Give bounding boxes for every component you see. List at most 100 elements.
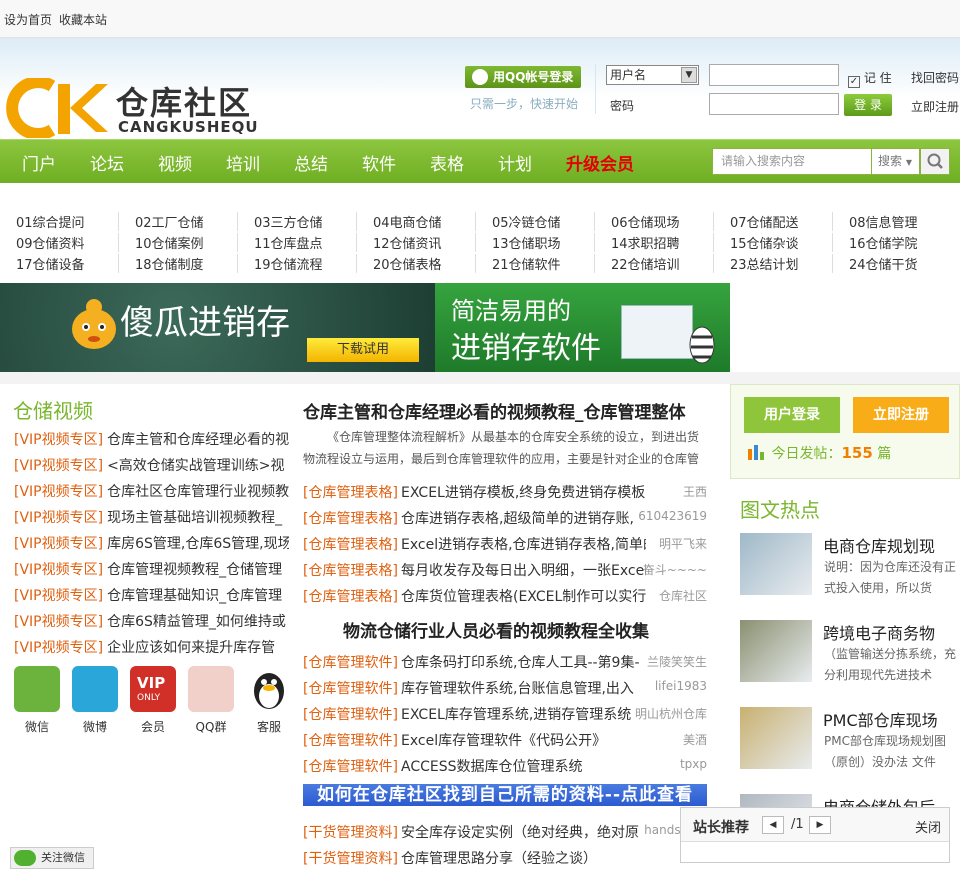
bookmark-link[interactable]: 收藏本站	[59, 11, 107, 28]
category-link[interactable]: 09仓储资料	[0, 233, 119, 252]
category-link[interactable]: 23总结计划	[714, 254, 833, 273]
category-link[interactable]: 17仓储设备	[0, 254, 119, 273]
table-row[interactable]: [仓库管理表格] Excel进销存表格,仓库进销存表格,简单的 明平飞来	[303, 534, 707, 554]
headline-1[interactable]: 仓库主管和仓库经理必看的视频教程_仓库管理整体	[303, 398, 686, 423]
remember-label: 记 住	[863, 71, 892, 85]
table-row[interactable]: [仓库管理表格] 仓库进销存表格,超级简单的进销存账, 610423619	[303, 508, 707, 528]
software-tag: [仓库管理软件]	[303, 681, 398, 697]
video-item[interactable]: [VIP视频专区] 仓库管理视频教程_仓储管理	[14, 559, 289, 579]
nav-item-vip[interactable]: 升级会员	[566, 150, 634, 175]
search-button[interactable]	[920, 148, 950, 175]
category-link[interactable]: 02工厂仓储	[119, 212, 238, 231]
table-row[interactable]: [仓库管理表格] 仓库货位管理表格(EXCEL制作可以实行 仓库社区	[303, 586, 707, 606]
category-link[interactable]: 08信息管理	[833, 212, 952, 231]
video-item[interactable]: [VIP视频专区] 仓库6S精益管理_如何维持或	[14, 611, 289, 631]
software-row[interactable]: [仓库管理软件] 库存管理软件系统,台账信息管理,出入 lifei1983	[303, 678, 707, 698]
hot-section-title: 图文热点	[740, 498, 820, 522]
category-link[interactable]: 18仓储制度	[119, 254, 238, 273]
user-login-button[interactable]: 用户登录	[744, 397, 840, 433]
ad-banner[interactable]: 傻瓜进销存 下载试用 简洁易用的 进销存软件	[0, 283, 730, 372]
follow-wechat-button[interactable]: 关注微信	[10, 847, 94, 869]
nav-item-summary[interactable]: 总结	[294, 150, 328, 175]
category-link[interactable]: 10仓储案例	[119, 233, 238, 252]
category-link[interactable]: 03三方仓储	[238, 212, 357, 231]
dry-row[interactable]: [干货管理资料]仓库管理思路分享（经验之谈）lipa	[303, 848, 707, 868]
hot-image[interactable]	[740, 620, 812, 682]
nav-item-software[interactable]: 软件	[362, 150, 396, 175]
category-link[interactable]: 06仓储现场	[595, 212, 714, 231]
software-title: 仓库条码打印系统,仓库人工具--第9集-	[401, 655, 640, 671]
category-link[interactable]: 12仓储资讯	[357, 233, 476, 252]
register-link[interactable]: 立即注册	[911, 98, 959, 115]
category-link[interactable]: 24仓储干货	[833, 254, 952, 273]
category-link[interactable]: 16仓储学院	[833, 233, 952, 252]
service-icon[interactable]	[246, 666, 292, 712]
video-item[interactable]: [VIP视频专区] <高效仓储实战管理训练>视	[14, 455, 289, 475]
video-item[interactable]: [VIP视频专区] 库房6S管理,仓库6S管理,现场	[14, 533, 289, 553]
table-row[interactable]: [仓库管理表格] 每月收发存及每日出入明细，一张Excel 奋斗~~~~	[303, 560, 707, 580]
next-icon[interactable]: ▶	[809, 816, 831, 834]
forgot-password-link[interactable]: 找回密码	[911, 69, 959, 86]
category-link[interactable]: 15仓储杂谈	[714, 233, 833, 252]
nav-item-forum[interactable]: 论坛	[90, 150, 124, 175]
category-link[interactable]: 22仓储培训	[595, 254, 714, 273]
video-item[interactable]: [VIP视频专区] 现场主管基础培训视频教程_	[14, 507, 289, 527]
hot-title[interactable]: 跨境电子商务物	[823, 620, 935, 644]
wechat-icon[interactable]	[14, 666, 60, 712]
category-link[interactable]: 04电商仓储	[357, 212, 476, 231]
category-link[interactable]: 21仓储软件	[476, 254, 595, 273]
search-type-select[interactable]: 搜索 ▼	[872, 148, 920, 175]
username-input[interactable]	[709, 64, 839, 86]
login-type-select[interactable]: 用户名 ▼	[606, 65, 699, 85]
download-trial-button[interactable]: 下载试用	[307, 338, 419, 362]
weibo-icon[interactable]	[72, 666, 118, 712]
software-row[interactable]: [仓库管理软件] ACCESS数据库仓位管理系统 tpxp	[303, 756, 707, 776]
category-link[interactable]: 01综合提问	[0, 212, 119, 231]
nav-item-plan[interactable]: 计划	[498, 150, 532, 175]
table-row[interactable]: [仓库管理表格]EXCEL进销存模板,终身免费进销存模板,进销 王西	[303, 482, 707, 502]
video-item[interactable]: [VIP视频专区] 企业应该如何来提升库存管	[14, 637, 289, 657]
nav-item-portal[interactable]: 门户	[22, 150, 56, 175]
separator	[0, 372, 960, 384]
video-item[interactable]: [VIP视频专区] 仓库社区仓库管理行业视频教	[14, 481, 289, 501]
user-register-button[interactable]: 立即注册	[853, 397, 949, 433]
set-home-link[interactable]: 设为首页	[4, 11, 52, 28]
category-link[interactable]: 14求职招聘	[595, 233, 714, 252]
software-author: 兰陵笑笑生	[646, 655, 707, 669]
software-row[interactable]: [仓库管理软件] EXCEL库存管理系统,进销存管理系统 明山杭州仓库	[303, 704, 707, 724]
prev-icon[interactable]: ◀	[762, 816, 784, 834]
video-item[interactable]: [VIP视频专区] 仓库管理基础知识_仓库管理	[14, 585, 289, 605]
hot-title[interactable]: 电商仓库规划现	[823, 533, 935, 557]
software-author: 明山杭州仓库	[634, 707, 707, 721]
hot-image[interactable]	[740, 533, 812, 595]
category-link[interactable]: 20仓储表格	[357, 254, 476, 273]
popup-header: 站长推荐 ◀ /1 ▶ 关闭	[681, 808, 949, 842]
category-link[interactable]: 11仓库盘点	[238, 233, 357, 252]
nav-item-video[interactable]: 视频	[158, 150, 192, 175]
qq-group-icon[interactable]	[188, 666, 234, 712]
search-input[interactable]: 请输入搜索内容	[712, 148, 872, 175]
member-icon[interactable]: VIP ONLY	[130, 666, 176, 712]
software-row[interactable]: [仓库管理软件] 仓库条码打印系统,仓库人工具--第9集- 兰陵笑笑生	[303, 652, 707, 672]
category-link[interactable]: 05冷链仓储	[476, 212, 595, 231]
video-item[interactable]: [VIP视频专区] 仓库主管和仓库经理必看的视	[14, 429, 289, 449]
hot-image[interactable]	[740, 707, 812, 769]
remember-checkbox[interactable]: ✓ 记 住	[848, 69, 892, 88]
popup-close-button[interactable]: 关闭	[915, 817, 941, 836]
hot-title[interactable]: PMC部仓库现场	[823, 707, 938, 731]
software-row[interactable]: [仓库管理软件] Excel库存管理软件《代码公开》 美酒	[303, 730, 707, 750]
mascot-icon	[72, 299, 116, 349]
dry-row[interactable]: [干货管理资料] 安全库存设定实例（绝对经典，绝对原 handsome	[303, 822, 707, 842]
nav-item-training[interactable]: 培训	[226, 150, 260, 175]
category-link[interactable]: 19仓储流程	[238, 254, 357, 273]
software-author: tpxp	[679, 757, 707, 771]
site-logo[interactable]: 仓库社区 CANGKUSHEQU	[0, 76, 265, 140]
password-input[interactable]	[709, 93, 839, 115]
headline-2[interactable]: 物流仓储行业人员必看的视频教程全收集	[343, 617, 649, 642]
category-link[interactable]: 07仓储配送	[714, 212, 833, 231]
login-button[interactable]: 登 录	[844, 94, 892, 116]
qq-login-button[interactable]: 用QQ帐号登录	[465, 66, 581, 88]
category-link[interactable]: 13仓储职场	[476, 233, 595, 252]
promo-link[interactable]: 如何在仓库社区找到自己所需的资料--点此查看	[303, 784, 707, 806]
nav-item-tables[interactable]: 表格	[430, 150, 464, 175]
